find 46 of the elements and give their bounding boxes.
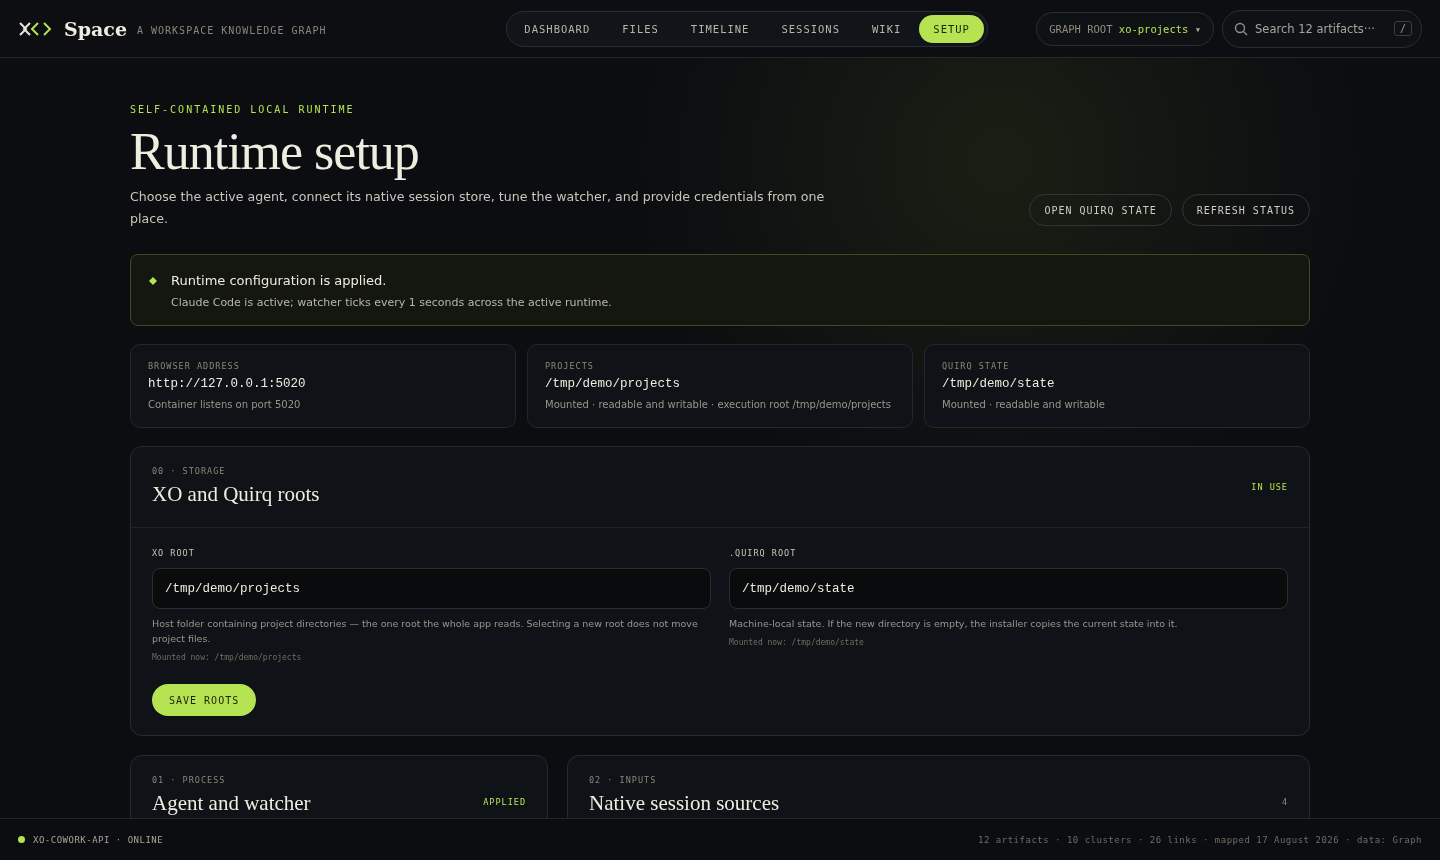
page-description: Choose the active agent, connect its native session store, tune the watcher, and provide credentials from one place. bbox=[130, 188, 826, 229]
section-title: Agent and watcher bbox=[152, 791, 311, 817]
section-status: IN USE bbox=[1251, 481, 1288, 492]
nav-tab[interactable]: WIKI bbox=[858, 14, 916, 43]
field-label: XO ROOT bbox=[152, 548, 196, 559]
logo-icon bbox=[18, 20, 54, 37]
card-label: PROJECTS bbox=[545, 361, 595, 372]
brand-tagline: A WORKSPACE KNOWLEDGE GRAPH bbox=[137, 25, 327, 36]
path-input-field[interactable]: /tmp/demo/state bbox=[729, 568, 1288, 610]
service-status: XO-COWORK-API · ONLINE bbox=[33, 834, 164, 845]
save-roots-button[interactable]: SAVE ROOTS bbox=[152, 684, 257, 717]
card-value: http://127.0.0.1:5020 bbox=[148, 377, 307, 392]
nav-tab[interactable]: SESSIONS bbox=[767, 14, 854, 43]
graph-root-selector[interactable]: GRAPH ROOT xo-projects ▾ bbox=[1036, 11, 1214, 46]
alert-title: Runtime configuration is applied. bbox=[171, 273, 388, 289]
card-value: /tmp/demo/state bbox=[942, 377, 1056, 392]
shortcut-key: / bbox=[1393, 20, 1412, 36]
nav-tab[interactable]: TIMELINE bbox=[676, 14, 764, 43]
field-help: Machine-local state. If the new directory is empty, the installer copies the current state into it. bbox=[729, 617, 1179, 632]
card-value: /tmp/demo/projects bbox=[545, 377, 682, 392]
alert-detail: Claude Code is active; watcher ticks every 1 seconds across the active runtime. bbox=[171, 296, 612, 310]
diamond-icon bbox=[149, 277, 157, 286]
section-title: Native session sources bbox=[589, 791, 780, 817]
mounted-path: Mounted now: /tmp/demo/state bbox=[729, 638, 865, 648]
section-eyebrow: 01 · PROCESS bbox=[152, 775, 227, 786]
section-status: APPLIED bbox=[483, 797, 526, 808]
nav-tab[interactable]: FILES bbox=[608, 14, 673, 43]
eyebrow: SELF-CONTAINED LOCAL RUNTIME bbox=[130, 104, 356, 115]
graph-summary: 12 artifacts · 10 clusters · 26 links · mapped 17 August 2026 · data: Graph bbox=[978, 834, 1422, 845]
section-title: XO and Quirq roots bbox=[152, 482, 320, 508]
section-status: 4 bbox=[1281, 797, 1288, 808]
card-note: Mounted · readable and writable · execution root /tmp/demo/projects bbox=[545, 399, 892, 411]
field-label: .QUIRQ ROOT bbox=[729, 548, 798, 559]
nav-tab[interactable]: SETUP bbox=[919, 14, 984, 43]
section-eyebrow: 00 · STORAGE bbox=[152, 466, 227, 477]
page-title: Runtime setup bbox=[130, 123, 420, 181]
brand-name: Space bbox=[64, 17, 127, 40]
card-note: Container listens on port 5020 bbox=[148, 399, 302, 411]
nav-tab[interactable]: DASHBOARD bbox=[510, 14, 605, 43]
card-note: Mounted · readable and writable bbox=[942, 399, 1106, 411]
mounted-path: Mounted now: /tmp/demo/projects bbox=[152, 653, 303, 663]
field-help: Host folder containing project directories — the one root the whole app reads. Selecting a new root does not move project files. bbox=[152, 617, 699, 647]
card-label: BROWSER ADDRESS bbox=[148, 361, 241, 372]
card-label: QUIRQ STATE bbox=[942, 361, 1011, 372]
section-eyebrow: 02 · INPUTS bbox=[589, 775, 658, 786]
path-input-field[interactable]: /tmp/demo/projects bbox=[152, 568, 711, 610]
